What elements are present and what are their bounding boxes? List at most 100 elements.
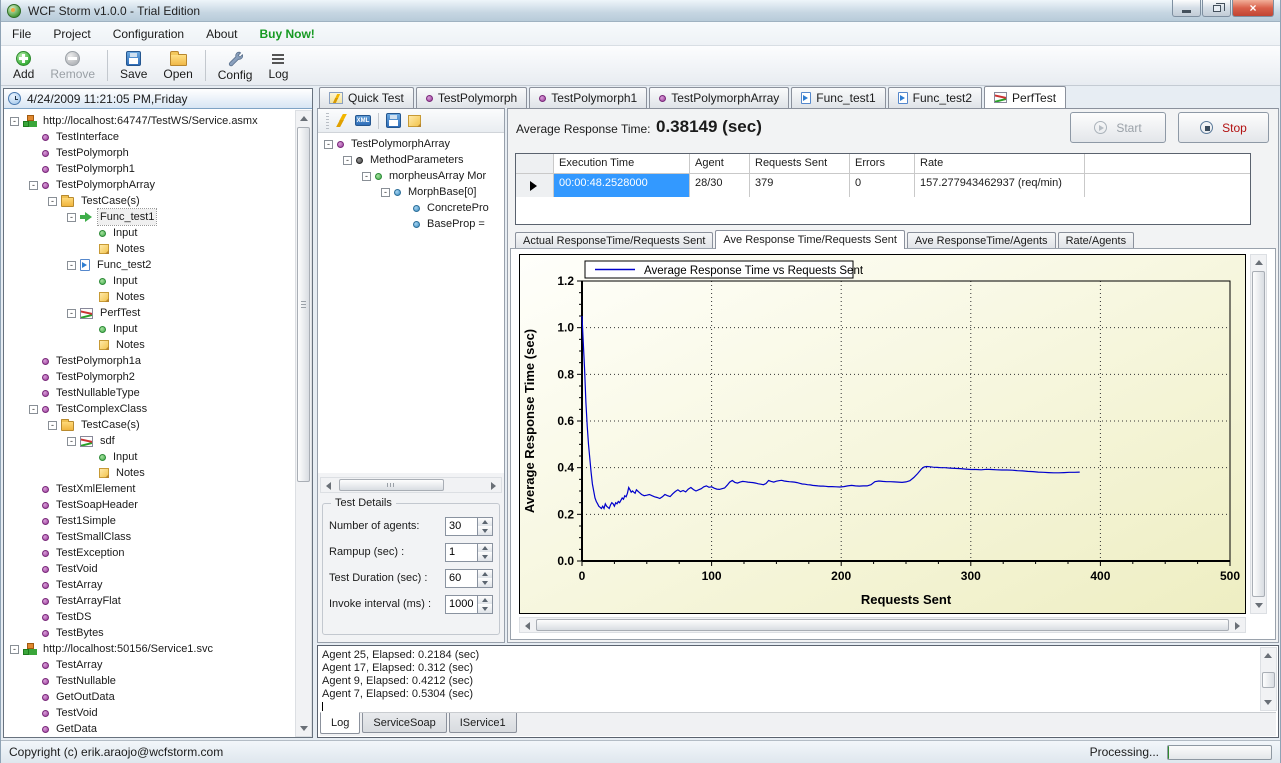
- tree-item[interactable]: TestArray: [4, 657, 295, 673]
- tree-item[interactable]: -TestPolymorphArray: [318, 136, 504, 152]
- save-button[interactable]: Save: [112, 46, 155, 85]
- tab-actual-response[interactable]: Actual ResponseTime/Requests Sent: [515, 232, 713, 249]
- tab-testpolymorph[interactable]: TestPolymorph: [416, 87, 527, 108]
- cell-execution-time[interactable]: 00:00:48.2528000: [554, 174, 690, 197]
- spin-down-icon[interactable]: [478, 578, 492, 587]
- agents-stepper[interactable]: [445, 517, 493, 536]
- log-button[interactable]: Log: [260, 46, 296, 85]
- menu-project[interactable]: Project: [42, 23, 101, 45]
- tree-item[interactable]: -MethodParameters: [318, 152, 504, 168]
- expander-icon[interactable]: -: [362, 172, 371, 181]
- cell-errors[interactable]: 0: [850, 174, 915, 197]
- tree-item[interactable]: TestNullableType: [4, 385, 295, 401]
- expander-icon[interactable]: -: [67, 309, 76, 318]
- menu-about[interactable]: About: [195, 23, 248, 45]
- menu-configuration[interactable]: Configuration: [102, 23, 195, 45]
- tree-item[interactable]: TestVoid: [4, 705, 295, 721]
- tree-item[interactable]: -TestPolymorphArray: [4, 177, 295, 193]
- expander-icon[interactable]: -: [48, 197, 57, 206]
- expander-icon[interactable]: -: [29, 405, 38, 414]
- tree-item[interactable]: -PerfTest: [4, 305, 295, 321]
- tree-item[interactable]: Notes: [4, 465, 295, 481]
- tree-item[interactable]: TestArrayFlat: [4, 593, 295, 609]
- tree-item[interactable]: -http://localhost:50156/Service1.svc: [4, 641, 295, 657]
- tab-quick-test[interactable]: Quick Test: [319, 87, 414, 108]
- tab-perftest[interactable]: PerfTest: [984, 86, 1066, 108]
- tree-item[interactable]: TestPolymorph1a: [4, 353, 295, 369]
- tab-ave-response-agents[interactable]: Ave ResponseTime/Agents: [907, 232, 1056, 249]
- tree-item[interactable]: -morpheusArray Mor: [318, 168, 504, 184]
- minimize-button[interactable]: [1172, 0, 1201, 17]
- tree-item[interactable]: ConcretePro: [318, 200, 504, 216]
- parameters-hscrollbar[interactable]: [320, 477, 502, 493]
- col-errors[interactable]: Errors: [850, 154, 915, 173]
- notes-icon[interactable]: [408, 115, 421, 127]
- tab-iservice1[interactable]: IService1: [449, 713, 517, 733]
- agents-input[interactable]: [445, 517, 478, 536]
- tree-item[interactable]: Notes: [4, 337, 295, 353]
- expander-icon[interactable]: -: [10, 117, 19, 126]
- tab-ave-response-requests[interactable]: Ave Response Time/Requests Sent: [715, 230, 904, 249]
- tab-testpolymorph1[interactable]: TestPolymorph1: [529, 87, 647, 108]
- expander-icon[interactable]: -: [381, 188, 390, 197]
- tree-item[interactable]: -sdf: [4, 433, 295, 449]
- rampup-input[interactable]: [445, 543, 478, 562]
- col-execution-time[interactable]: Execution Time: [554, 154, 690, 173]
- chart-hscrollbar[interactable]: [519, 617, 1246, 633]
- tree-item[interactable]: -Func_test1: [4, 209, 295, 225]
- remove-button[interactable]: Remove: [42, 46, 103, 85]
- xml-icon[interactable]: XML: [355, 115, 371, 126]
- tree-item[interactable]: TestPolymorph: [4, 145, 295, 161]
- expander-icon[interactable]: -: [67, 261, 76, 270]
- tree-item[interactable]: Notes: [4, 241, 295, 257]
- tree-item[interactable]: TestSoapHeader: [4, 497, 295, 513]
- tree-item[interactable]: Input: [4, 449, 295, 465]
- spin-up-icon[interactable]: [478, 518, 492, 527]
- tree-item[interactable]: Test1Simple: [4, 513, 295, 529]
- spin-up-icon[interactable]: [478, 596, 492, 605]
- expander-icon[interactable]: -: [29, 181, 38, 190]
- expander-icon[interactable]: -: [10, 645, 19, 654]
- tree-item[interactable]: BaseProp =: [318, 216, 504, 232]
- tree-item[interactable]: Input: [4, 225, 295, 241]
- col-agent[interactable]: Agent: [690, 154, 750, 173]
- add-button[interactable]: Add: [5, 46, 42, 85]
- tree-item[interactable]: TestDS: [4, 609, 295, 625]
- tree-item[interactable]: TestBytes: [4, 625, 295, 641]
- tree-item[interactable]: -TestCase(s): [4, 193, 295, 209]
- log-vscrollbar[interactable]: [1260, 647, 1277, 711]
- menu-file[interactable]: File: [1, 23, 42, 45]
- tree-item[interactable]: Input: [4, 273, 295, 289]
- tree-item[interactable]: TestPolymorph1: [4, 161, 295, 177]
- interval-input[interactable]: [445, 595, 478, 614]
- tree-item[interactable]: TestArray: [4, 577, 295, 593]
- tree-item[interactable]: GetOutData: [4, 689, 295, 705]
- tree-item[interactable]: TestException: [4, 545, 295, 561]
- table-row[interactable]: 00:00:48.2528000 28/30 379 0 157.2779434…: [516, 174, 1250, 197]
- restore-button[interactable]: [1202, 0, 1231, 17]
- tree-item[interactable]: -MorphBase[0]: [318, 184, 504, 200]
- config-button[interactable]: Config: [210, 46, 261, 85]
- tree-item[interactable]: TestVoid: [4, 561, 295, 577]
- tab-testpolymorpharray[interactable]: TestPolymorphArray: [649, 87, 789, 108]
- expander-icon[interactable]: -: [67, 437, 76, 446]
- spin-down-icon[interactable]: [478, 552, 492, 561]
- close-button[interactable]: ×: [1232, 0, 1274, 17]
- duration-stepper[interactable]: [445, 569, 493, 588]
- expander-icon[interactable]: -: [324, 140, 333, 149]
- open-button[interactable]: Open: [155, 46, 200, 85]
- tree-item[interactable]: -TestCase(s): [4, 417, 295, 433]
- rampup-stepper[interactable]: [445, 543, 493, 562]
- tree-item[interactable]: Input: [4, 321, 295, 337]
- cell-requests-sent[interactable]: 379: [750, 174, 850, 197]
- save-icon[interactable]: [386, 113, 401, 128]
- spin-up-icon[interactable]: [478, 544, 492, 553]
- expander-icon[interactable]: -: [343, 156, 352, 165]
- tab-rate-agents[interactable]: Rate/Agents: [1058, 232, 1135, 249]
- tree-item[interactable]: TestPolymorph2: [4, 369, 295, 385]
- col-rate[interactable]: Rate: [915, 154, 1085, 173]
- tree-item[interactable]: -http://localhost:64747/TestWS/Service.a…: [4, 113, 295, 129]
- spin-down-icon[interactable]: [478, 526, 492, 535]
- interval-stepper[interactable]: [445, 595, 493, 614]
- cell-agent[interactable]: 28/30: [690, 174, 750, 197]
